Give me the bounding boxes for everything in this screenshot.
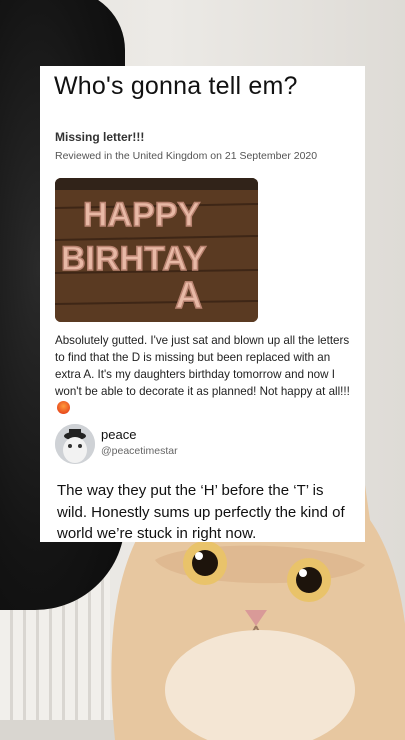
review-photo: HAPPY BIRHTAY A xyxy=(55,178,258,322)
user-handle[interactable]: @peacetimestar xyxy=(101,445,178,457)
balloon-word-3: A xyxy=(175,275,202,317)
meme-card: Who's gonna tell em? Missing letter!!! R… xyxy=(40,66,365,542)
meme-caption: Who's gonna tell em? xyxy=(54,72,298,100)
review-meta: Reviewed in the United Kingdom on 21 Sep… xyxy=(55,150,318,162)
angry-face-icon xyxy=(57,401,70,414)
avatar[interactable] xyxy=(55,424,95,464)
review-body-text: Absolutely gutted. I've just sat and blo… xyxy=(55,334,350,398)
review-title: Missing letter!!! xyxy=(55,130,145,144)
balloon-word-1: HAPPY xyxy=(83,196,200,234)
review-body: Absolutely gutted. I've just sat and blo… xyxy=(55,332,355,417)
user-display-name[interactable]: peace xyxy=(101,427,136,442)
tweet-text: The way they put the ‘H’ before the ‘T’ … xyxy=(57,482,345,542)
balloon-word-2: BIRHTAY xyxy=(61,240,207,278)
